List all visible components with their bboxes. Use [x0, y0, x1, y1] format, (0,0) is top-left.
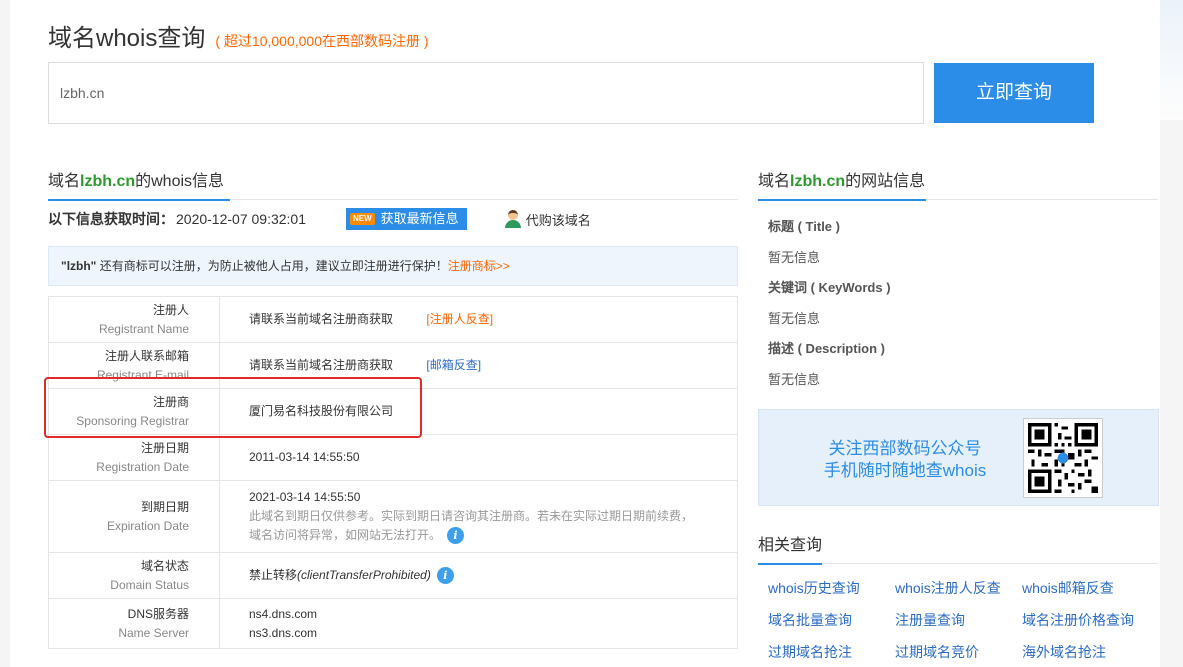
related-link-batch-query[interactable]: 域名批量查询	[768, 610, 895, 630]
title-row: 域名whois查询 ( 超过10,000,000在西部数码注册 )	[48, 18, 429, 53]
label-en: Name Server	[118, 625, 189, 640]
refresh-button[interactable]: NEW 获取最新信息	[346, 208, 467, 230]
buy-domain-label: 代购该域名	[525, 212, 591, 228]
agent-person-icon	[504, 210, 521, 228]
table-row-status: 域名状态 Domain Status 禁止转移(clientTransferPr…	[48, 552, 738, 599]
label-cn: 注册人	[152, 302, 189, 317]
wechat-promo-text: 关注西部数码公众号 手机随时随地查whois	[815, 438, 995, 482]
wechat-line-1: 关注西部数码公众号	[828, 439, 982, 458]
email-value: 请联系当前域名注册商获取	[249, 358, 394, 372]
site-keywords-value: 暂无信息	[768, 311, 821, 326]
status-value: 禁止转移	[249, 568, 298, 582]
email-reverse-link[interactable]: [邮箱反查]	[426, 358, 481, 372]
notice-keyword: "lzbh"	[61, 259, 97, 273]
value-cell: 禁止转移(clientTransferProhibited) i	[219, 552, 738, 599]
section-head-suffix: 的网站信息	[845, 173, 926, 190]
label-cn: 注册人联系邮箱	[104, 348, 189, 363]
related-link-overseas-snap[interactable]: 海外域名抢注	[1022, 642, 1158, 662]
nameserver-2: ns3.dns.com	[249, 625, 318, 640]
exp-date-value: 2021-03-14 14:55:50	[249, 490, 361, 504]
value-cell: 请联系当前域名注册商获取 [注册人反查]	[219, 296, 738, 343]
whois-page: 域名whois查询 ( 超过10,000,000在西部数码注册 ) lzbh.c…	[10, 0, 1160, 667]
label-cn: 域名状态	[140, 558, 189, 573]
page-subtitle: ( 超过10,000,000在西部数码注册 )	[215, 33, 429, 49]
nameserver-1: ns4.dns.com	[249, 606, 318, 621]
related-link-registrant-reverse[interactable]: whois注册人反查	[895, 578, 1022, 598]
exp-date-note-1: 此域名到期日仅供参考。实际到期日请咨询其注册商。若未在实际过期日期前续费，	[249, 509, 694, 523]
info-icon[interactable]: i	[436, 567, 454, 585]
wechat-line-2: 手机随时随地查whois	[823, 461, 987, 480]
site-description-value: 暂无信息	[768, 372, 821, 387]
label-cell: 到期日期 Expiration Date	[48, 480, 220, 553]
related-link-email-reverse[interactable]: whois邮箱反查	[1022, 578, 1158, 598]
site-info-section-header: 域名lzbh.cn的网站信息	[758, 167, 1158, 201]
site-info-list: 标题 ( Title ) 暂无信息 关键词 ( KeyWords ) 暂无信息 …	[768, 212, 1148, 395]
table-row-dns: DNS服务器 Name Server ns4.dns.com ns3.dns.c…	[48, 598, 738, 649]
table-row-exp-date: 到期日期 Expiration Date 2021-03-14 14:55:50…	[48, 480, 738, 553]
label-en: Expiration Date	[106, 518, 189, 533]
buy-domain-link[interactable]: 代购该域名	[504, 210, 591, 229]
fetch-info-row: 以下信息获取时间： 2020-12-07 09:32:01 NEW 获取最新信息…	[48, 208, 591, 230]
section-underline	[758, 563, 822, 565]
site-description-key: 描述 ( Description )	[768, 341, 886, 356]
site-title-key: 标题 ( Title )	[768, 219, 840, 234]
related-link-expired-auction[interactable]: 过期域名竞价	[895, 642, 1022, 662]
whois-section-header: 域名lzbh.cn的whois信息	[48, 167, 738, 201]
label-en: Registrant Name	[98, 321, 189, 336]
section-head-suffix: 的whois信息	[135, 173, 225, 190]
register-trademark-link[interactable]: 注册商标>>	[448, 259, 510, 273]
label-cn: 注册日期	[140, 440, 189, 455]
related-link-registration-count[interactable]: 注册量查询	[895, 610, 1022, 630]
label-en: Registration Date	[96, 459, 189, 474]
label-cell: 域名状态 Domain Status	[48, 552, 220, 599]
domain-name-highlight: lzbh.cn	[80, 173, 136, 190]
status-code: (clientTransferProhibited)	[297, 568, 431, 582]
label-en: Domain Status	[110, 577, 189, 592]
fetch-time-label: 以下信息获取时间：	[48, 211, 174, 227]
related-link-expired-snap[interactable]: 过期域名抢注	[768, 642, 895, 662]
notice-text: 还有商标可以注册，为防止被他人占用，建议立即注册进行保护！	[96, 259, 448, 273]
refresh-label: 获取最新信息	[380, 211, 459, 226]
qr-code	[1023, 418, 1103, 498]
exp-date-note-2: 域名访问将异常，如网站无法打开。	[249, 528, 442, 542]
reg-date-value: 2011-03-14 14:55:50	[249, 450, 360, 464]
label-cn: 到期日期	[140, 499, 189, 514]
value-cell: 2011-03-14 14:55:50	[219, 434, 738, 481]
section-head-prefix: 域名	[758, 173, 791, 190]
page-title: 域名whois查询	[48, 25, 206, 52]
new-badge: NEW	[350, 213, 375, 225]
related-link-whois-history[interactable]: whois历史查询	[768, 578, 895, 598]
fetch-time-value: 2020-12-07 09:32:01	[176, 211, 306, 227]
label-cell: DNS服务器 Name Server	[48, 598, 220, 649]
search-input[interactable]: lzbh.cn	[48, 62, 924, 124]
related-links: whois历史查询 whois注册人反查 whois邮箱反查 域名批量查询 注册…	[768, 578, 1158, 662]
label-cell: 注册人 Registrant Name	[48, 296, 220, 343]
domain-name-highlight: lzbh.cn	[790, 173, 846, 190]
site-title-value: 暂无信息	[768, 250, 821, 265]
value-cell: ns4.dns.com ns3.dns.com	[219, 598, 738, 649]
table-row-registrant: 注册人 Registrant Name 请联系当前域名注册商获取 [注册人反查]	[48, 296, 738, 343]
registrant-reverse-link[interactable]: [注册人反查]	[426, 312, 493, 326]
related-section-header: 相关查询	[758, 531, 1158, 565]
label-cn: DNS服务器	[127, 606, 189, 621]
site-keywords-key: 关键词 ( KeyWords )	[768, 280, 891, 295]
table-row-reg-date: 注册日期 Registration Date 2011-03-14 14:55:…	[48, 434, 738, 481]
info-icon[interactable]: i	[447, 527, 465, 545]
section-underline	[48, 199, 230, 201]
trademark-notice: "lzbh" 还有商标可以注册，为防止被他人占用，建议立即注册进行保护！注册商标…	[48, 246, 738, 286]
value-cell: 2021-03-14 14:55:50 此域名到期日仅供参考。实际到期日请咨询其…	[219, 480, 738, 553]
wechat-promo-banner[interactable]: 关注西部数码公众号 手机随时随地查whois	[758, 409, 1159, 506]
label-cell: 注册日期 Registration Date	[48, 434, 220, 481]
registrant-value: 请联系当前域名注册商获取	[249, 312, 394, 326]
related-title: 相关查询	[758, 537, 823, 554]
section-underline	[758, 199, 926, 201]
section-head-prefix: 域名	[48, 173, 81, 190]
whois-table: 注册人 Registrant Name 请联系当前域名注册商获取 [注册人反查]…	[48, 296, 738, 649]
registrar-highlight-annotation	[44, 377, 422, 438]
search-button[interactable]: 立即查询	[934, 63, 1094, 123]
related-link-price-query[interactable]: 域名注册价格查询	[1022, 610, 1158, 630]
